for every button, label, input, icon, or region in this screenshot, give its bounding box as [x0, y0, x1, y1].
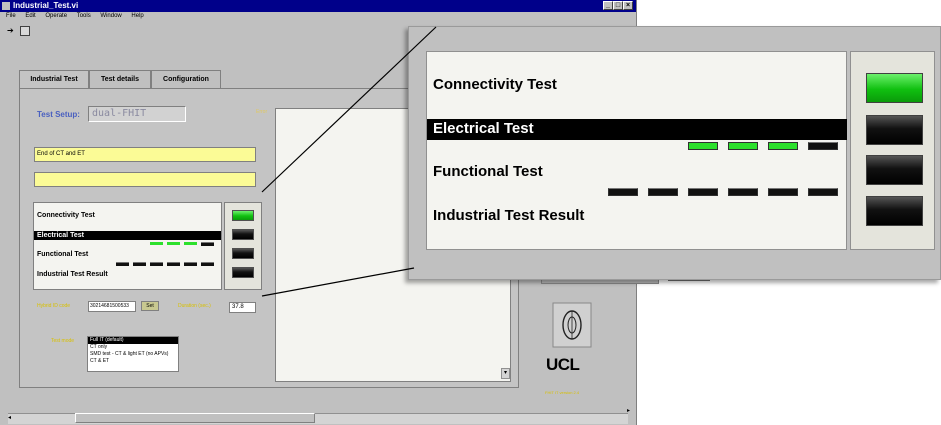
- industrial-test-result-label: Industrial Test Result: [37, 271, 108, 278]
- result-led: [232, 267, 254, 278]
- zoom-electrical-test-label: Electrical Test: [433, 120, 534, 137]
- scrollbar-thumb[interactable]: [75, 413, 315, 423]
- ucl-logo-text: UCL: [546, 355, 580, 374]
- version-label: FHIT IT version 2.4: [545, 390, 580, 395]
- test-setup-field[interactable]: dual-FHIT: [88, 106, 186, 122]
- scroll-down-icon[interactable]: ▾: [501, 368, 510, 379]
- functional-test-label: Functional Test: [37, 251, 89, 258]
- test-mode-option[interactable]: CT & ET: [88, 358, 178, 365]
- functional-sub-led-4: [167, 262, 180, 266]
- duration-field: 37.8: [229, 302, 256, 313]
- minimize-button[interactable]: _: [603, 1, 613, 10]
- connectivity-led: [232, 210, 254, 221]
- zoom-electrical-sub-led-4: [808, 142, 838, 150]
- zoom-electrical-sub-led-3: [768, 142, 798, 150]
- electrical-test-label: Electrical Test: [37, 232, 84, 239]
- test-mode-option[interactable]: Full IT (default): [88, 337, 178, 344]
- duration-label: Duration (sec.): [178, 303, 211, 309]
- test-mode-label: Test mode: [51, 338, 75, 344]
- zoom-connectivity-test-label: Connectivity Test: [433, 76, 557, 93]
- menu-window[interactable]: Window: [100, 13, 121, 19]
- menu-tools[interactable]: Tools: [77, 13, 91, 19]
- zoom-electrical-led: [866, 115, 923, 145]
- menu-operate[interactable]: Operate: [45, 13, 67, 19]
- test-mode-option[interactable]: CT only: [88, 344, 178, 351]
- app-icon: [2, 2, 10, 10]
- electrical-sub-led-1: [150, 242, 163, 245]
- functional-led: [232, 248, 254, 259]
- tab-configuration[interactable]: Configuration: [151, 70, 221, 88]
- message-box-1: End of CT and ET: [34, 147, 256, 162]
- functional-sub-led-2: [133, 262, 146, 266]
- functional-sub-led-5: [184, 262, 197, 266]
- hybrid-id-label: Hybrid ID code: [37, 303, 71, 309]
- electrical-led: [232, 229, 254, 240]
- ucl-crest-icon: [552, 302, 592, 348]
- zoom-functional-sub-led-2: [648, 188, 678, 196]
- maximize-button[interactable]: □: [613, 1, 623, 10]
- menu-help[interactable]: Help: [131, 13, 143, 19]
- title-bar: Industrial_Test.vi _ □ ×: [0, 0, 636, 12]
- zoom-functional-sub-led-4: [728, 188, 758, 196]
- window-title: Industrial_Test.vi: [13, 1, 79, 10]
- scroll-right-icon[interactable]: ▸: [624, 407, 633, 423]
- zoom-industrial-test-result-label: Industrial Test Result: [433, 207, 585, 224]
- test-setup-label: Test Setup:: [37, 110, 80, 119]
- functional-sub-led-6: [201, 262, 214, 266]
- zoom-functional-sub-led-5: [768, 188, 798, 196]
- hybrid-id-field[interactable]: 30214681500533: [88, 301, 136, 312]
- connectivity-test-label: Connectivity Test: [37, 212, 95, 219]
- functional-sub-led-1: [116, 262, 129, 266]
- electrical-sub-led-3: [184, 242, 197, 245]
- functional-sub-led-3: [150, 262, 163, 266]
- menu-edit[interactable]: Edit: [25, 13, 35, 19]
- electrical-sub-led-4: [201, 242, 214, 246]
- zoom-electrical-sub-led-2: [728, 142, 758, 150]
- message-box-2: [34, 172, 256, 187]
- electrical-sub-led-2: [167, 242, 180, 245]
- zoom-functional-sub-led-6: [808, 188, 838, 196]
- zoom-connectivity-led: [866, 73, 923, 103]
- test-mode-list[interactable]: Full IT (default) CT only SMD test - CT …: [87, 336, 179, 372]
- run-arrow-icon[interactable]: ➔: [7, 27, 21, 35]
- error-label: Error: [256, 109, 268, 115]
- zoom-functional-led: [866, 155, 923, 185]
- scroll-left-icon[interactable]: ◂: [8, 414, 11, 421]
- run-continuous-button[interactable]: [20, 26, 30, 36]
- tab-test-details[interactable]: Test details: [89, 70, 151, 88]
- zoom-functional-sub-led-1: [608, 188, 638, 196]
- tab-industrial-test[interactable]: Industrial Test: [19, 70, 89, 89]
- zoom-result-led: [866, 196, 923, 226]
- test-mode-option[interactable]: SMD test - CT & light ET (no APVs): [88, 351, 178, 358]
- zoom-functional-test-label: Functional Test: [433, 163, 543, 180]
- menu-file[interactable]: File: [6, 13, 16, 19]
- hybrid-set-button[interactable]: Set: [141, 301, 159, 311]
- zoom-functional-sub-led-3: [688, 188, 718, 196]
- zoom-electrical-sub-led-1: [688, 142, 718, 150]
- menu-bar: File Edit Operate Tools Window Help: [0, 13, 636, 24]
- close-button[interactable]: ×: [623, 1, 633, 10]
